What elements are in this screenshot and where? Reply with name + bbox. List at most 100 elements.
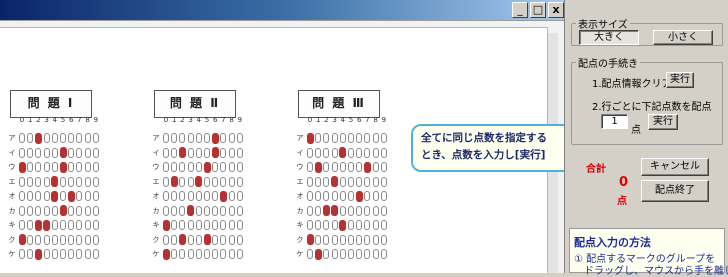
answer-bubble[interactable] — [348, 205, 354, 216]
answer-bubble[interactable] — [331, 191, 338, 201]
answer-bubble[interactable] — [163, 205, 169, 216]
answer-bubble[interactable] — [195, 191, 202, 201]
answer-bubble[interactable] — [179, 220, 186, 230]
minimize-button[interactable]: _ — [512, 2, 528, 18]
answer-bubble[interactable] — [19, 220, 25, 230]
answer-bubble[interactable] — [84, 162, 91, 172]
answer-bubble[interactable] — [76, 147, 83, 158]
answer-bubble[interactable] — [220, 147, 227, 158]
answer-bubble[interactable] — [171, 191, 178, 201]
answer-bubble[interactable] — [204, 147, 210, 158]
answer-bubble[interactable] — [307, 176, 313, 187]
answer-bubble[interactable] — [212, 205, 219, 216]
answer-bubble[interactable] — [348, 191, 354, 201]
filled-bubble[interactable] — [314, 248, 322, 260]
answer-bubble[interactable] — [356, 220, 363, 230]
answer-bubble[interactable] — [27, 162, 34, 172]
filled-bubble[interactable] — [34, 248, 42, 260]
filled-bubble[interactable] — [339, 147, 347, 158]
answer-bubble[interactable] — [348, 249, 354, 259]
answer-bubble[interactable] — [171, 162, 178, 172]
answer-bubble[interactable] — [187, 147, 194, 158]
answer-bubble[interactable] — [19, 191, 25, 201]
filled-bubble[interactable] — [170, 176, 178, 187]
answer-bubble[interactable] — [84, 220, 91, 230]
answer-bubble[interactable] — [92, 162, 99, 172]
answer-bubble[interactable] — [315, 234, 322, 245]
answer-bubble[interactable] — [348, 234, 354, 245]
filled-bubble[interactable] — [67, 190, 75, 202]
answer-bubble[interactable] — [35, 162, 42, 172]
answer-bubble[interactable] — [339, 249, 346, 259]
answer-bubble[interactable] — [228, 205, 235, 216]
answer-bubble[interactable] — [195, 133, 202, 143]
answer-bubble[interactable] — [84, 249, 91, 259]
answer-bubble[interactable] — [76, 234, 83, 245]
answer-bubble[interactable] — [19, 133, 25, 143]
answer-bubble[interactable] — [323, 249, 330, 259]
filled-bubble[interactable] — [363, 161, 371, 173]
answer-bubble[interactable] — [364, 133, 371, 143]
answer-bubble[interactable] — [236, 205, 243, 216]
answer-bubble[interactable] — [212, 249, 219, 259]
answer-bubble[interactable] — [204, 205, 210, 216]
answer-bubble[interactable] — [356, 162, 363, 172]
answer-bubble[interactable] — [228, 162, 235, 172]
answer-bubble[interactable] — [348, 176, 354, 187]
answer-bubble[interactable] — [92, 191, 99, 201]
answer-bubble[interactable] — [179, 249, 186, 259]
answer-bubble[interactable] — [204, 176, 210, 187]
answer-bubble[interactable] — [84, 176, 91, 187]
answer-bubble[interactable] — [163, 234, 169, 245]
answer-bubble[interactable] — [204, 133, 210, 143]
answer-bubble[interactable] — [372, 191, 379, 201]
answer-bubble[interactable] — [68, 249, 75, 259]
answer-bubble[interactable] — [163, 176, 169, 187]
filled-bubble[interactable] — [43, 219, 51, 231]
cancel-button[interactable]: キャンセル — [641, 158, 709, 176]
filled-bubble[interactable] — [178, 234, 186, 245]
answer-bubble[interactable] — [27, 147, 34, 158]
answer-bubble[interactable] — [84, 234, 91, 245]
answer-bubble[interactable] — [43, 191, 50, 201]
answer-bubble[interactable] — [163, 191, 169, 201]
answer-bubble[interactable] — [236, 176, 243, 187]
answer-bubble[interactable] — [323, 162, 330, 172]
answer-bubble[interactable] — [228, 249, 235, 259]
answer-bubble[interactable] — [323, 191, 330, 201]
answer-bubble[interactable] — [228, 234, 235, 245]
answer-bubble[interactable] — [84, 147, 91, 158]
answer-bubble[interactable] — [51, 234, 58, 245]
answer-bubble[interactable] — [171, 234, 178, 245]
answer-bubble[interactable] — [364, 220, 371, 230]
answer-bubble[interactable] — [84, 191, 91, 201]
small-size-button[interactable]: 小さく — [653, 30, 713, 45]
answer-bubble[interactable] — [236, 249, 243, 259]
answer-bubble[interactable] — [187, 249, 194, 259]
large-size-button[interactable]: 大きく — [579, 30, 639, 45]
finish-scoring-button[interactable]: 配点終了 — [641, 180, 709, 202]
answer-bubble[interactable] — [76, 191, 83, 201]
answer-bubble[interactable] — [163, 133, 169, 143]
answer-bubble[interactable] — [339, 133, 346, 143]
answer-bubble[interactable] — [43, 133, 50, 143]
answer-bubble[interactable] — [76, 133, 83, 143]
answer-bubble[interactable] — [35, 191, 42, 201]
answer-bubble[interactable] — [187, 133, 194, 143]
answer-bubble[interactable] — [92, 133, 99, 143]
answer-bubble[interactable] — [92, 249, 99, 259]
answer-bubble[interactable] — [348, 147, 354, 158]
answer-bubble[interactable] — [356, 133, 363, 143]
answer-bubble[interactable] — [348, 133, 354, 143]
answer-bubble[interactable] — [315, 133, 322, 143]
filled-bubble[interactable] — [314, 161, 322, 173]
answer-bubble[interactable] — [51, 147, 58, 158]
answer-bubble[interactable] — [236, 220, 243, 230]
answer-bubble[interactable] — [171, 249, 178, 259]
answer-bubble[interactable] — [228, 191, 235, 201]
answer-bubble[interactable] — [35, 205, 42, 216]
answer-bubble[interactable] — [179, 133, 186, 143]
answer-bubble[interactable] — [364, 234, 371, 245]
answer-bubble[interactable] — [27, 191, 34, 201]
answer-bubble[interactable] — [60, 133, 66, 143]
